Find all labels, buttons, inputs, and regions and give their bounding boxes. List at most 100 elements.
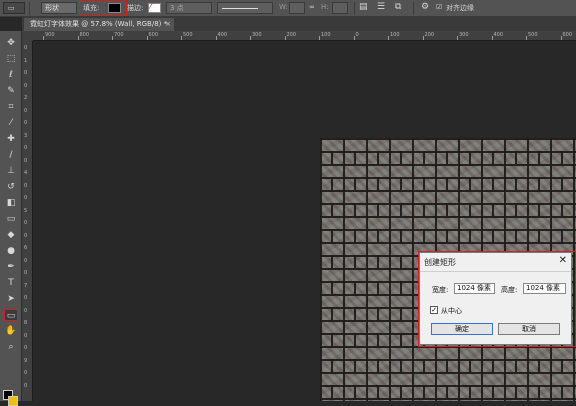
from-center-checkbox[interactable]: ✓ — [430, 306, 438, 314]
ruler-tick-label: 0 — [24, 257, 28, 264]
ruler-tick-label: 0 — [355, 32, 359, 38]
ruler-tick-label: 0 — [24, 120, 28, 126]
dodge-tool-icon[interactable]: ● — [4, 245, 18, 257]
ruler-tick-label: 2 — [24, 95, 28, 101]
options-bar: ▭ 形状 填充: 描边: ⁄ 3 点 W: ∞ H: ▤ ☰ ⧉ ⚙ ☑ 对齐边… — [0, 0, 576, 17]
quick-select-tool-icon[interactable]: ✎ — [4, 85, 18, 97]
link-icon[interactable]: ∞ — [309, 3, 315, 11]
path-select-tool-icon[interactable]: ➤ — [4, 293, 18, 305]
crop-tool-icon[interactable]: ⌗ — [4, 101, 18, 113]
ruler-tick-label: 5 — [24, 207, 28, 214]
horizontal-ruler[interactable]: 900 800 700 600 500 400 300 200 100 0 100 200 300 400… — [33, 31, 576, 41]
fill-swatch[interactable] — [108, 3, 121, 13]
ruler-tick-label: 100 — [321, 32, 331, 38]
width-field[interactable]: 1024 像素 — [454, 283, 495, 294]
from-center-label: 从中心 — [441, 307, 462, 315]
ruler-tick-label: 4 — [24, 170, 28, 176]
blur-tool-icon[interactable]: ◆ — [4, 229, 18, 241]
document-tab-bar: 霓虹灯字体效果 @ 57.8% (Wall, RGB/8) * × — [22, 17, 576, 31]
ruler-tick-label: 0 — [24, 295, 28, 301]
brush-tool-icon[interactable]: ∕ — [4, 149, 18, 161]
ruler-tick-label: 600 — [562, 32, 573, 38]
ruler-tick-label: 0 — [24, 332, 28, 339]
stroke-type-dropdown[interactable] — [217, 2, 273, 14]
cancel-button[interactable]: 取消 — [498, 323, 560, 335]
ruler-tick-label: 0 — [24, 370, 28, 376]
ruler-tick-label: 0 — [24, 307, 28, 314]
stroke-width-field[interactable]: 3 点 — [166, 2, 212, 14]
gear-icon[interactable]: ⚙ — [421, 2, 429, 12]
h-label: H: — [321, 3, 329, 11]
h-field[interactable] — [332, 2, 348, 14]
path-operations-icon[interactable]: ▤ — [359, 2, 368, 12]
ruler-tick-label: 400 — [493, 32, 504, 38]
history-brush-tool-icon[interactable]: ↺ — [4, 181, 18, 193]
tool-preset-picker[interactable]: ▭ — [3, 2, 25, 14]
ruler-tick-label: 0 — [24, 182, 28, 189]
ruler-tick-label: 200 — [424, 32, 435, 38]
w-label: W: — [279, 3, 288, 11]
fill-label: 填充: — [83, 4, 100, 12]
close-tab-icon[interactable]: × — [165, 18, 171, 31]
tools-panel: ✥ ⬚ ℓ ✎ ⌗ ⁄ ✚ ∕ ⊥ ↺ ◧ ▭ ◆ ● ✒ T ➤ ▭ ✋ ⌕ — [0, 31, 22, 406]
ruler-tick-label: 0 — [24, 157, 28, 164]
create-rectangle-dialog: 创建矩形 ✕ 宽度: 1024 像素 高度: 1024 像素 ✓ 从中心 确定 … — [419, 252, 572, 345]
stroke-swatch[interactable]: ⁄ — [148, 2, 161, 13]
background-color-swatch[interactable] — [8, 396, 18, 406]
move-tool-icon[interactable]: ✥ — [4, 37, 18, 49]
eyedropper-tool-icon[interactable]: ⁄ — [4, 117, 18, 129]
ruler-tick-label: 500 — [528, 32, 538, 38]
clone-stamp-tool-icon[interactable]: ⊥ — [4, 165, 18, 177]
mode-dropdown[interactable]: 形状 — [41, 2, 77, 14]
ruler-tick-label: 700 — [114, 32, 124, 38]
ruler-tick-label: 9 — [24, 357, 28, 364]
ruler-tick-label: 300 — [459, 32, 469, 38]
ruler-tick-label: 100 — [390, 32, 400, 38]
eraser-tool-icon[interactable]: ◧ — [4, 197, 18, 209]
ruler-tick-label: 0 — [24, 195, 28, 201]
marquee-tool-icon[interactable]: ⬚ — [4, 53, 18, 65]
healing-brush-tool-icon[interactable]: ✚ — [4, 133, 18, 145]
ruler-tick-label: 7 — [24, 282, 28, 289]
pen-tool-icon[interactable]: ✒ — [4, 261, 18, 273]
ruler-tick-label: 1 — [24, 57, 28, 64]
ok-button[interactable]: 确定 — [431, 323, 493, 335]
document-tab[interactable]: 霓虹灯字体效果 @ 57.8% (Wall, RGB/8) * × — [24, 18, 174, 31]
ruler-tick-label: 0 — [24, 220, 28, 226]
hand-tool-icon[interactable]: ✋ — [4, 325, 18, 337]
no-stroke-icon: ⁄ — [150, 2, 152, 11]
ruler-tick-label: 600 — [148, 32, 159, 38]
ruler-tick-label: 0 — [24, 345, 28, 351]
rectangle-tool-icon[interactable]: ▭ — [4, 309, 18, 321]
stroke-label: 描边: — [127, 4, 144, 12]
ruler-tick-label: 0 — [24, 45, 28, 51]
ruler-origin[interactable] — [22, 31, 33, 41]
path-arrangement-icon[interactable]: ⧉ — [395, 2, 401, 12]
w-field[interactable] — [289, 2, 305, 14]
ruler-tick-label: 400 — [217, 32, 228, 38]
align-edges-checkbox[interactable]: ☑ — [436, 3, 442, 11]
ruler-tick-label: 0 — [24, 145, 28, 151]
height-label: 高度: — [501, 286, 518, 294]
type-tool-icon[interactable]: T — [4, 277, 18, 289]
ruler-tick-label: 800 — [79, 32, 90, 38]
close-icon[interactable]: ✕ — [559, 255, 567, 266]
width-label: 宽度: — [432, 286, 449, 294]
gradient-tool-icon[interactable]: ▭ — [4, 213, 18, 225]
ruler-tick-label: 0 — [24, 82, 28, 89]
ruler-tick-label: 500 — [183, 32, 193, 38]
ruler-tick-label: 0 — [24, 70, 28, 76]
ruler-tick-label: 0 — [24, 270, 28, 276]
ruler-tick-label: 200 — [286, 32, 297, 38]
ruler-tick-label: 300 — [252, 32, 262, 38]
height-field[interactable]: 1024 像素 — [523, 283, 566, 294]
path-alignment-icon[interactable]: ☰ — [377, 2, 385, 12]
ruler-tick-label: 0 — [24, 232, 28, 239]
ruler-tick-label: 0 — [24, 382, 28, 389]
ruler-tick-label: 3 — [24, 132, 28, 139]
lasso-tool-icon[interactable]: ℓ — [4, 69, 18, 81]
vertical-ruler[interactable]: 0 1 0 0 2 0 0 3 0 0 4 0 0 5 0 0 6 0 0 7 0 0 8 0 0 9 0 0 — [22, 41, 33, 401]
ruler-tick-label: 900 — [45, 32, 55, 38]
zoom-tool-icon[interactable]: ⌕ — [4, 341, 18, 353]
dialog-title: 创建矩形 — [424, 258, 456, 267]
